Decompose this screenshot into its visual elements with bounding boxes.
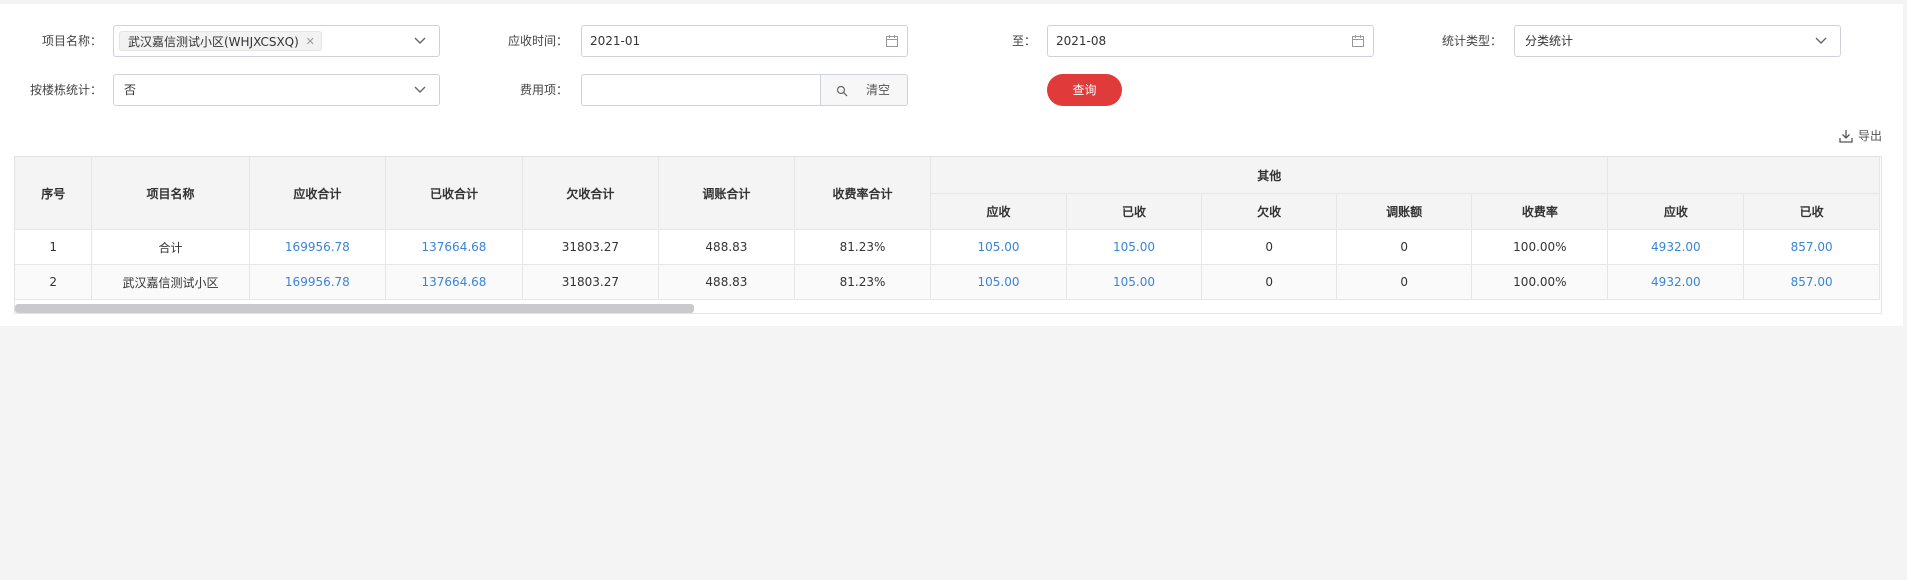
cell-other-rate: 100.00%: [1471, 229, 1609, 265]
col-group-other: 其他: [930, 157, 1609, 194]
calendar-icon: [1352, 35, 1364, 47]
cell-other-owed: 0: [1201, 264, 1338, 300]
cell-project: 武汉嘉信测试小区: [91, 264, 250, 300]
stats-table-container: 序号 项目名称 应收合计 已收合计 欠收合计 调账合计 收费率合计 其他 应收 …: [14, 156, 1882, 314]
project-tag-label: 武汉嘉信测试小区(WHJXCSXQ): [128, 35, 299, 49]
by-building-value: 否: [124, 83, 137, 97]
query-button[interactable]: 查询: [1047, 74, 1122, 106]
col-header-index: 序号: [15, 157, 93, 230]
cell-other-rate: 100.00%: [1471, 264, 1609, 300]
cell-owed-total: 31803.27: [521, 229, 660, 265]
date-to-value: 2021-08: [1056, 34, 1107, 48]
col-header-owed-total: 欠收合计: [521, 157, 660, 230]
cell-next-received-link[interactable]: 857.00: [1743, 264, 1880, 300]
project-select[interactable]: 武汉嘉信测试小区(WHJXCSXQ) ✕: [113, 25, 440, 57]
stats-table: 序号 项目名称 应收合计 已收合计 欠收合计 调账合计 收费率合计 其他 应收 …: [15, 157, 1880, 300]
cell-other-due-link[interactable]: 105.00: [930, 229, 1067, 265]
cell-other-due-link[interactable]: 105.00: [930, 264, 1067, 300]
cell-other-adjust: 0: [1336, 264, 1473, 300]
col-group-next: [1607, 157, 1880, 194]
scrollbar-thumb[interactable]: [15, 304, 694, 313]
table-row: 1 合计 169956.78 137664.68 31803.27 488.83…: [15, 229, 1880, 265]
cell-received-total-link[interactable]: 137664.68: [385, 264, 523, 300]
calendar-icon: [886, 35, 898, 47]
search-icon: [836, 85, 848, 97]
download-icon: [1839, 130, 1853, 143]
cell-owed-total: 31803.27: [521, 264, 660, 300]
cell-due-total-link[interactable]: 169956.78: [248, 229, 387, 265]
col-header-due: 应收: [930, 193, 1067, 230]
by-building-label: 按楼栋统计：: [29, 83, 102, 97]
cell-adjust-total: 488.83: [658, 264, 795, 300]
cell-received-total-link[interactable]: 137664.68: [385, 229, 523, 265]
table-row: 2 武汉嘉信测试小区 169956.78 137664.68 31803.27 …: [15, 264, 1880, 300]
cell-project: 合计: [91, 229, 250, 265]
tag-close-icon[interactable]: ✕: [306, 32, 315, 52]
chevron-down-icon: [414, 86, 426, 93]
main-panel: 项目名称： 武汉嘉信测试小区(WHJXCSXQ) ✕ 应收时间： 2021-01…: [0, 4, 1903, 326]
due-time-label: 应收时间：: [507, 34, 568, 48]
cell-index: 1: [15, 229, 93, 265]
col-header-owed: 欠收: [1201, 193, 1338, 230]
cell-adjust-total: 488.83: [658, 229, 795, 265]
date-from-input[interactable]: 2021-01: [581, 25, 908, 57]
clear-button-label: 清空: [866, 83, 891, 97]
project-label: 项目名称：: [41, 34, 102, 48]
export-label: 导出: [1858, 129, 1883, 143]
chevron-down-icon: [1815, 37, 1827, 44]
col-header-adjust-total: 调账合计: [658, 157, 795, 230]
clear-button[interactable]: 清空: [820, 74, 908, 106]
col-header-project: 项目名称: [91, 157, 250, 230]
col-header-rate-total: 收费率合计: [793, 157, 932, 230]
cell-other-received-link[interactable]: 105.00: [1065, 264, 1203, 300]
by-building-select[interactable]: 否: [113, 74, 440, 106]
fee-item-label: 费用项：: [519, 83, 568, 97]
cell-next-due-link[interactable]: 4932.00: [1607, 229, 1745, 265]
stat-type-label: 统计类型：: [1441, 34, 1502, 48]
cell-rate-total: 81.23%: [793, 264, 932, 300]
col-header-rate: 收费率: [1471, 193, 1609, 230]
col-header-adjust: 调账额: [1336, 193, 1473, 230]
col-header-due-total: 应收合计: [248, 157, 387, 230]
cell-due-total-link[interactable]: 169956.78: [248, 264, 387, 300]
project-tag[interactable]: 武汉嘉信测试小区(WHJXCSXQ) ✕: [119, 31, 322, 51]
cell-next-due-link[interactable]: 4932.00: [1607, 264, 1745, 300]
col-header-received: 已收: [1743, 193, 1880, 230]
cell-rate-total: 81.23%: [793, 229, 932, 265]
col-header-due: 应收: [1607, 193, 1745, 230]
fee-item-input[interactable]: [581, 74, 821, 106]
cell-other-owed: 0: [1201, 229, 1338, 265]
export-button[interactable]: 导出: [1838, 126, 1882, 146]
cell-other-received-link[interactable]: 105.00: [1065, 229, 1203, 265]
col-header-received: 已收: [1065, 193, 1203, 230]
cell-next-received-link[interactable]: 857.00: [1743, 229, 1880, 265]
cell-other-adjust: 0: [1336, 229, 1473, 265]
chevron-down-icon: [414, 37, 426, 44]
stat-type-value: 分类统计: [1525, 34, 1574, 48]
to-label: 至：: [1011, 34, 1036, 48]
date-from-value: 2021-01: [590, 34, 641, 48]
horizontal-scrollbar[interactable]: [15, 303, 1881, 313]
date-to-input[interactable]: 2021-08: [1047, 25, 1374, 57]
cell-index: 2: [15, 264, 93, 300]
stat-type-select[interactable]: 分类统计: [1514, 25, 1841, 57]
col-header-received-total: 已收合计: [385, 157, 523, 230]
